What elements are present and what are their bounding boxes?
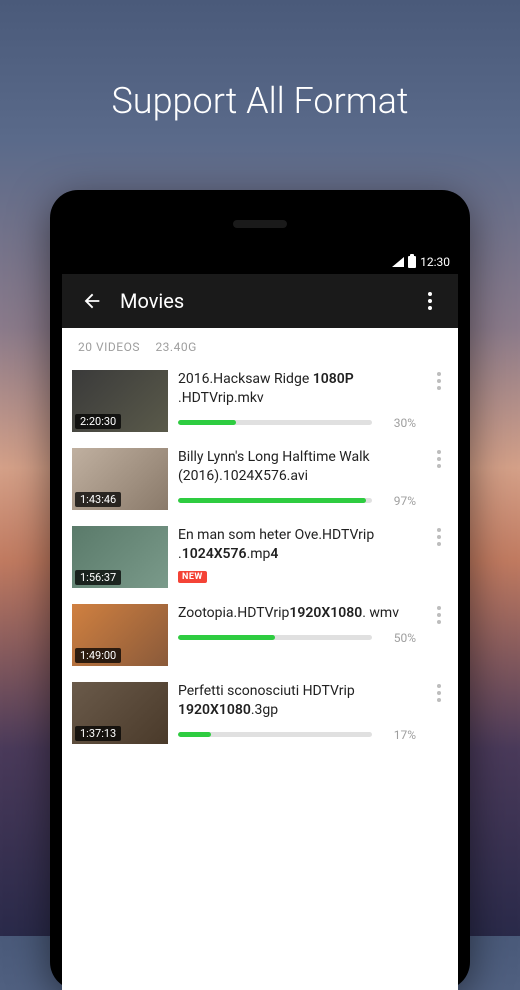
progress-row: 17% (178, 728, 416, 742)
video-duration: 1:43:46 (75, 492, 121, 507)
video-meta: Perfetti sconosciuti HDTVrip 1920X1080.3… (178, 682, 416, 742)
video-duration: 1:49:00 (75, 648, 121, 663)
item-overflow-button[interactable] (426, 526, 452, 546)
status-time: 12:30 (420, 255, 450, 269)
page-title: Movies (112, 289, 412, 313)
more-vert-icon (437, 450, 441, 468)
folder-summary: 20 VIDEOS 23.40G (62, 328, 458, 362)
screen: 12:30 Movies 20 VIDEOS 23.40G 2:20:30 201… (62, 250, 458, 990)
video-thumbnail[interactable]: 2:20:30 (72, 370, 168, 432)
progress-fill (178, 732, 211, 737)
progress-bar (178, 635, 372, 640)
more-vert-icon (437, 606, 441, 624)
video-thumbnail[interactable]: 1:49:00 (72, 604, 168, 666)
phone-frame: 12:30 Movies 20 VIDEOS 23.40G 2:20:30 201… (50, 190, 470, 990)
video-meta: Billy Lynn's Long Halftime Walk (2016).1… (178, 448, 416, 508)
video-list-item[interactable]: 1:49:00 Zootopia.HDTVrip1920X1080. wmv 50% (62, 596, 458, 674)
progress-fill (178, 420, 236, 425)
more-vert-icon (437, 528, 441, 546)
battery-icon (408, 256, 416, 268)
item-overflow-button[interactable] (426, 448, 452, 468)
status-bar: 12:30 (62, 250, 458, 274)
progress-row: 30% (178, 416, 416, 430)
progress-percent: 50% (382, 631, 416, 645)
new-badge: NEW (178, 571, 207, 583)
progress-fill (178, 498, 366, 503)
more-vert-icon (428, 292, 432, 310)
video-list: 2:20:30 2016.Hacksaw Ridge 1080P .HDTVrip… (62, 362, 458, 752)
item-overflow-button[interactable] (426, 370, 452, 390)
back-button[interactable] (72, 281, 112, 321)
video-title: Perfetti sconosciuti HDTVrip 1920X1080.3… (178, 682, 416, 720)
video-duration: 2:20:30 (75, 414, 121, 429)
video-duration: 1:56:37 (75, 570, 121, 585)
progress-percent: 30% (382, 416, 416, 430)
signal-icon (392, 257, 404, 267)
progress-percent: 17% (382, 728, 416, 742)
video-meta: En man som heter Ove.HDTVrip .1024X576.m… (178, 526, 416, 583)
arrow-left-icon (81, 290, 103, 312)
progress-bar (178, 732, 372, 737)
more-vert-icon (437, 684, 441, 702)
video-duration: 1:37:13 (75, 726, 121, 741)
progress-bar (178, 498, 372, 503)
video-count: 20 VIDEOS (78, 340, 140, 354)
progress-row: 97% (178, 494, 416, 508)
progress-percent: 97% (382, 494, 416, 508)
video-thumbnail[interactable]: 1:56:37 (72, 526, 168, 588)
video-title: Zootopia.HDTVrip1920X1080. wmv (178, 604, 416, 623)
video-title: 2016.Hacksaw Ridge 1080P .HDTVrip.mkv (178, 370, 416, 408)
more-vert-icon (437, 372, 441, 390)
overflow-menu-button[interactable] (412, 281, 448, 321)
phone-speaker (233, 220, 287, 228)
video-title: En man som heter Ove.HDTVrip .1024X576.m… (178, 526, 416, 564)
video-list-item[interactable]: 1:56:37 En man som heter Ove.HDTVrip .102… (62, 518, 458, 596)
folder-size: 23.40G (155, 340, 196, 354)
video-thumbnail[interactable]: 1:43:46 (72, 448, 168, 510)
video-list-item[interactable]: 1:43:46 Billy Lynn's Long Halftime Walk (… (62, 440, 458, 518)
promo-headline: Support All Format (0, 0, 520, 122)
item-overflow-button[interactable] (426, 604, 452, 624)
video-meta: 2016.Hacksaw Ridge 1080P .HDTVrip.mkv 30% (178, 370, 416, 430)
video-list-item[interactable]: 2:20:30 2016.Hacksaw Ridge 1080P .HDTVrip… (62, 362, 458, 440)
video-thumbnail[interactable]: 1:37:13 (72, 682, 168, 744)
item-overflow-button[interactable] (426, 682, 452, 702)
progress-row: 50% (178, 631, 416, 645)
video-title: Billy Lynn's Long Halftime Walk (2016).1… (178, 448, 416, 486)
progress-bar (178, 420, 372, 425)
video-list-item[interactable]: 1:37:13 Perfetti sconosciuti HDTVrip 192… (62, 674, 458, 752)
video-meta: Zootopia.HDTVrip1920X1080. wmv 50% (178, 604, 416, 645)
progress-fill (178, 635, 275, 640)
app-bar: Movies (62, 274, 458, 328)
